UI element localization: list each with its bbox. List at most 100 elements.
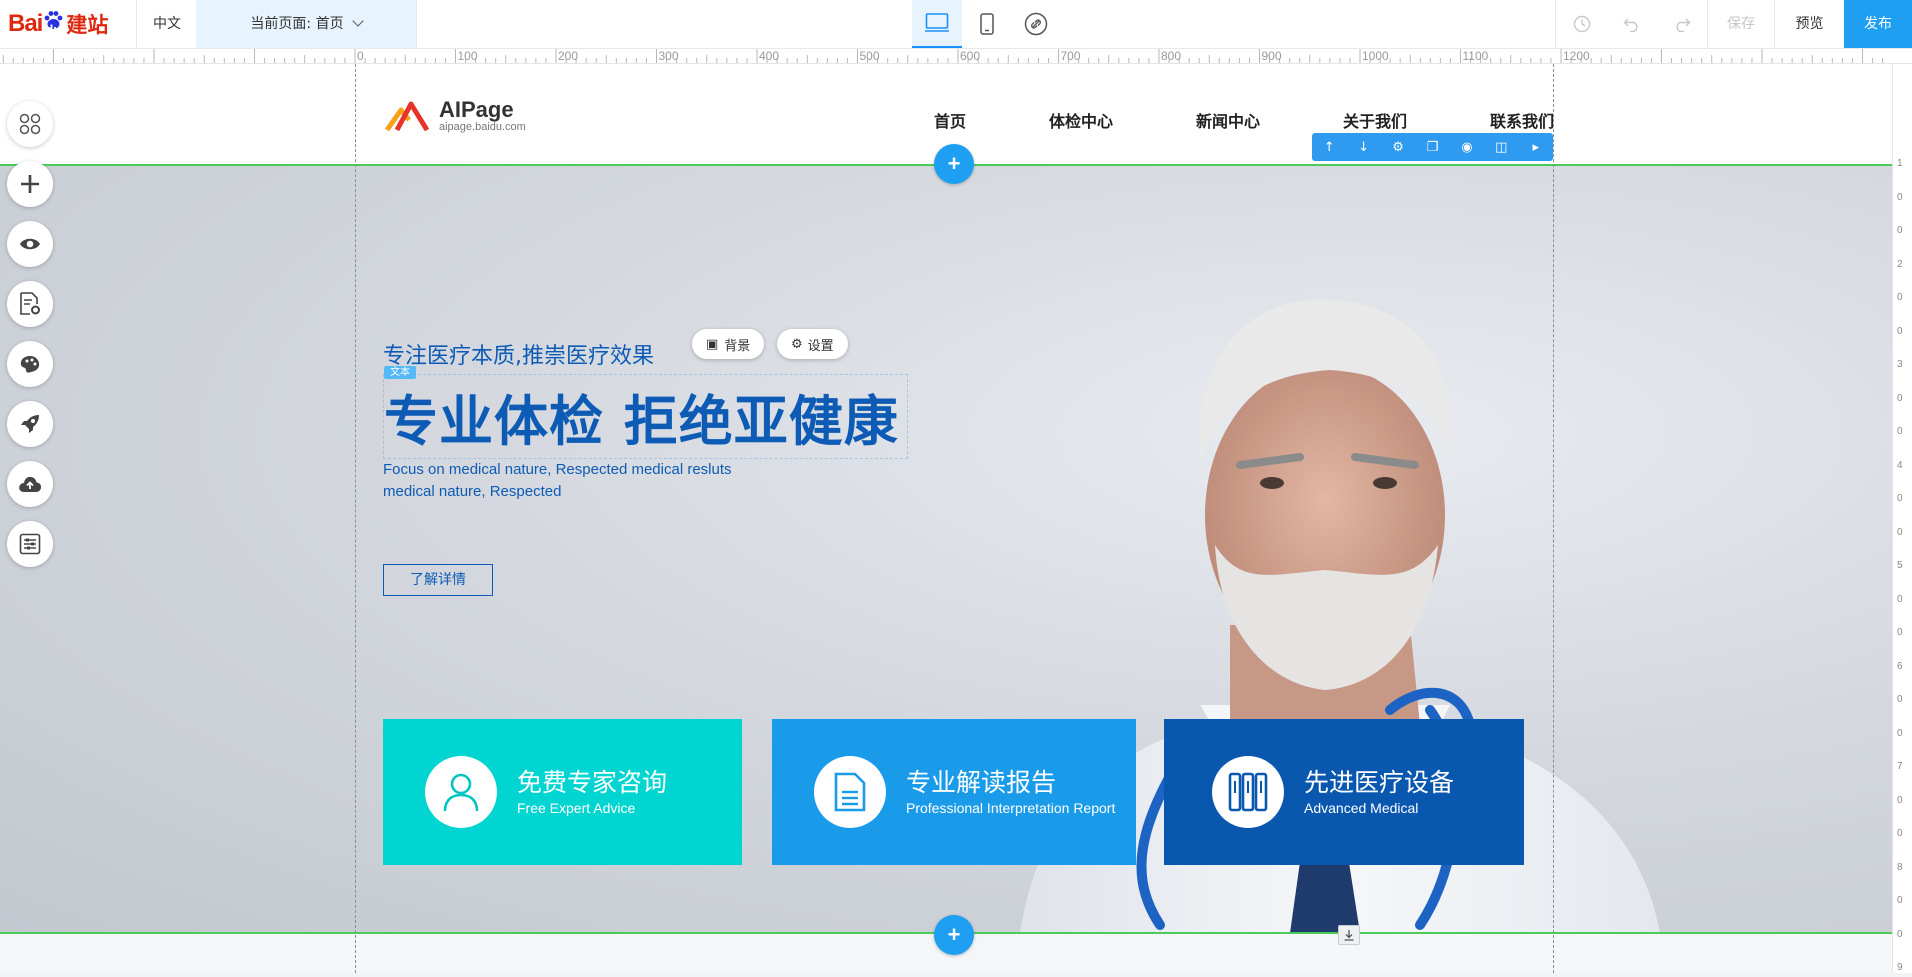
ruler-label: 6 <box>1897 660 1903 672</box>
feature-card-report[interactable]: 专业解读报告 Professional Interpretation Repor… <box>772 719 1136 865</box>
baidu-jianzhan-logo[interactable]: Bai du 建站 <box>8 5 108 43</box>
ruler-label: 100 <box>457 49 478 63</box>
ruler-label: 1200 <box>1563 49 1590 63</box>
ruler-label: 9 <box>1897 962 1903 973</box>
modules-icon <box>19 113 41 135</box>
top-toolbar: Bai du 建站 中文 当前页面: 首页 保存 预览 发布 <box>0 0 1912 49</box>
publish-button[interactable]: 发布 <box>1844 0 1912 48</box>
hero-description-line-2: medical nature, Respected <box>383 483 562 500</box>
eye-icon <box>20 238 40 250</box>
ruler-ticks <box>2 49 1884 63</box>
ruler-label: 3 <box>1897 359 1903 370</box>
ruler-label: 8 <box>1897 861 1903 873</box>
sliders-icon <box>19 533 41 555</box>
nav-checkup-center[interactable]: 体检中心 <box>1049 108 1113 132</box>
feature-card-expert-advice[interactable]: 免费专家咨询 Free Expert Advice <box>383 719 742 865</box>
hero-description-line-1: Focus on medical nature, Respected medic… <box>383 461 732 478</box>
ruler-label: 0 <box>1897 627 1903 638</box>
ruler-label: 7 <box>1897 761 1903 772</box>
hero-description[interactable]: Focus on medical nature, Respected medic… <box>383 459 803 503</box>
modules-button[interactable] <box>7 101 53 147</box>
hero-subtitle[interactable]: 专注医疗本质,推崇医疗效果 <box>383 338 654 370</box>
settings-button[interactable]: ⚙ 设置 <box>777 329 848 359</box>
nav-home[interactable]: 首页 <box>934 108 966 132</box>
feature-card-icon-circle <box>425 756 497 828</box>
add-section-below-button[interactable]: + <box>934 915 974 955</box>
feature-card-icon-circle <box>1212 756 1284 828</box>
theme-button[interactable] <box>7 341 53 387</box>
image-icon: ▣ <box>706 336 719 352</box>
ruler-label: 0 <box>1897 426 1903 437</box>
desktop-view-button[interactable] <box>912 0 962 48</box>
gear-icon[interactable]: ⚙ <box>1384 140 1412 155</box>
move-up-icon[interactable]: ↑ <box>1315 140 1343 155</box>
move-down-icon[interactable]: ↓ <box>1350 140 1378 155</box>
ruler-label: 0 <box>1897 593 1903 605</box>
rocket-icon <box>21 415 39 433</box>
redo-button[interactable] <box>1657 0 1707 48</box>
undo-button[interactable] <box>1607 0 1657 48</box>
ruler-label: 800 <box>1161 49 1182 63</box>
divider <box>1555 0 1556 48</box>
divider <box>416 0 417 48</box>
horizontal-ruler: 0 100 200 300 400 500 600 700 800 900 1000 1100 1200 <box>0 49 1912 64</box>
ruler-label: 900 <box>1261 49 1282 63</box>
logo-text-du: du <box>45 21 62 37</box>
nav-news-center[interactable]: 新闻中心 <box>1196 108 1260 132</box>
current-page-selector[interactable]: 当前页面: 首页 <box>196 0 416 48</box>
add-icon <box>21 175 39 193</box>
preview-button[interactable]: 预览 <box>1775 0 1844 48</box>
feature-card-title: 免费专家咨询 <box>517 768 668 797</box>
history-icon <box>1573 15 1591 33</box>
learn-more-button[interactable]: 了解详情 <box>383 564 493 596</box>
link-button[interactable] <box>1011 0 1061 48</box>
hero-section[interactable]: 专注医疗本质,推崇医疗效果 ▣ 背景 ⚙ 设置 文本 专业体检 拒绝亚健康 Focu… <box>0 165 1892 933</box>
feature-card-subtitle: Free Expert Advice <box>517 800 636 816</box>
trash-icon[interactable]: ◫ <box>1487 140 1515 155</box>
element-toolbar: ↑ ↓ ⚙ ❐ ◉ ◫ ▸ <box>1312 133 1553 161</box>
globe-icon[interactable]: ◉ <box>1453 140 1481 155</box>
feature-card-equipment[interactable]: 先进医疗设备 Advanced Medical <box>1164 719 1524 865</box>
ruler-label: 0 <box>1897 493 1903 504</box>
preview-eye-button[interactable] <box>7 221 53 267</box>
download-icon[interactable] <box>1338 925 1360 945</box>
ruler-label: 500 <box>859 49 880 63</box>
ruler-label: 400 <box>759 49 780 63</box>
site-logo[interactable]: AIPage aipage.baidu.com <box>383 96 526 136</box>
site-logo-name: AIPage <box>439 97 514 122</box>
adjustments-button[interactable] <box>7 521 53 567</box>
play-icon[interactable]: ▸ <box>1522 140 1550 155</box>
launch-button[interactable] <box>7 401 53 447</box>
redo-icon <box>1676 18 1691 32</box>
ruler-label: 0 <box>1897 191 1903 203</box>
logo-text-jianzhan: 建站 <box>66 13 109 37</box>
ruler-label: 0 <box>1897 392 1903 404</box>
save-button[interactable]: 保存 <box>1708 0 1774 48</box>
page-settings-button[interactable] <box>7 281 53 327</box>
ruler-label: 1100 <box>1462 49 1489 63</box>
add-button[interactable] <box>7 161 53 207</box>
hero-headline[interactable]: 专业体检 拒绝亚健康 <box>383 374 908 459</box>
language-selector[interactable]: 中文 <box>137 0 197 48</box>
ruler-label: 0 <box>1897 727 1903 739</box>
history-button[interactable] <box>1557 0 1607 48</box>
gear-icon: ⚙ <box>791 336 803 352</box>
ruler-label: 4 <box>1897 459 1903 471</box>
ruler-label: 300 <box>658 49 679 63</box>
equipment-icon <box>1228 772 1268 812</box>
nav-about-us[interactable]: 关于我们 <box>1343 108 1407 132</box>
copy-icon[interactable]: ❐ <box>1418 140 1446 155</box>
ruler-label: 0 <box>1897 694 1903 705</box>
nav-contact-us[interactable]: 联系我们 <box>1490 108 1554 132</box>
feature-card-subtitle: Advanced Medical <box>1304 800 1419 816</box>
link-icon <box>1024 12 1048 36</box>
add-section-above-button[interactable]: + <box>934 144 974 184</box>
upload-button[interactable] <box>7 461 53 507</box>
ruler-label: 0 <box>1897 325 1903 337</box>
mobile-view-button[interactable] <box>962 0 1012 48</box>
background-button[interactable]: ▣ 背景 <box>692 329 765 359</box>
palette-icon <box>20 356 40 373</box>
content-guide-left <box>355 49 356 973</box>
ruler-label: 1 <box>1897 158 1903 169</box>
mobile-icon <box>980 13 994 35</box>
